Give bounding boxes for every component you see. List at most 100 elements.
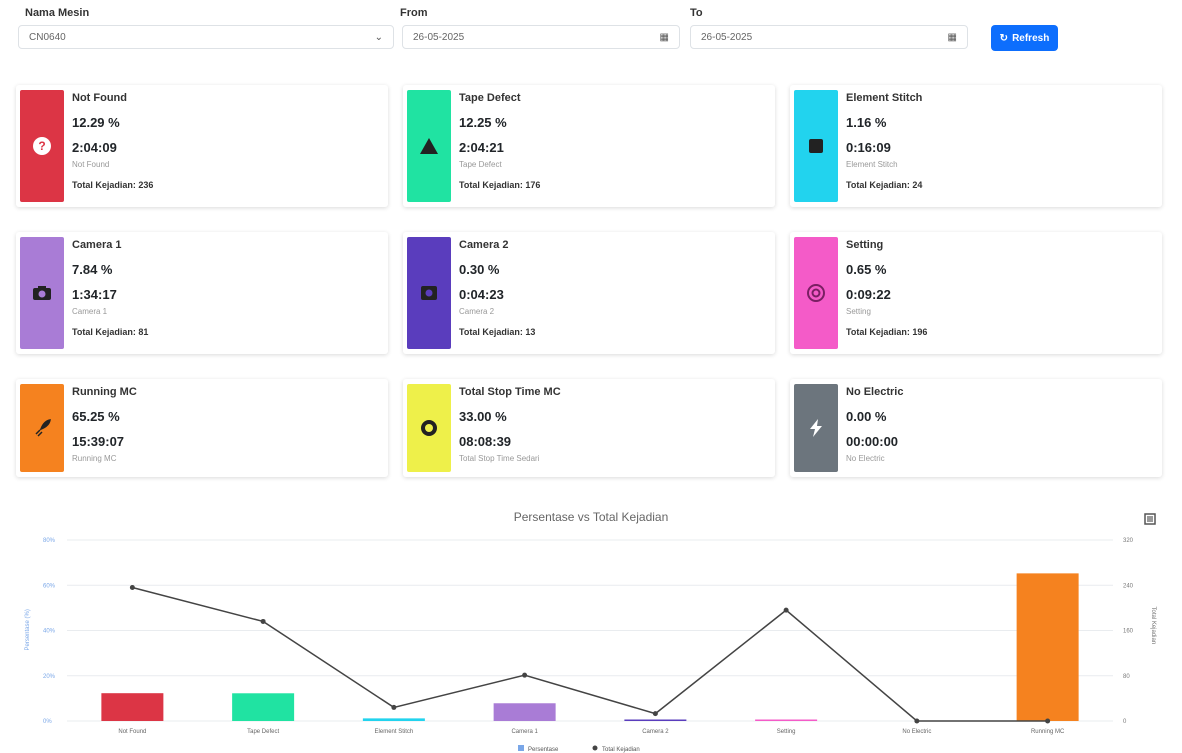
x-tick-label: Running MC (1031, 729, 1065, 735)
legend-swatch-persentase (518, 745, 524, 751)
legend-swatch-total-kejadian (592, 745, 598, 751)
y-right-tick: 160 (1123, 629, 1134, 635)
card-time: 0:04:23 (459, 287, 504, 302)
total-kejadian-point (260, 618, 266, 624)
y-left-tick: 60% (43, 583, 56, 589)
card-subtitle: Tape Defect (459, 160, 502, 169)
stop-square-icon (809, 139, 823, 153)
card-icon-strip (794, 90, 838, 202)
card-camera-1: Camera 1 7.84 % 1:34:17 Camera 1 Total K… (16, 232, 388, 354)
card-subtitle: Not Found (72, 160, 110, 169)
card-no-electric: No Electric 0.00 % 00:00:00 No Electric (790, 379, 1162, 477)
card-total: Total Kejadian: 196 (846, 327, 928, 337)
bar-tape-defect (232, 693, 295, 721)
lightning-icon (810, 419, 822, 437)
calendar-icon[interactable]: ▦ (660, 32, 669, 43)
bar-running-mc (1016, 573, 1079, 721)
chevron-down-icon: ⌄ (374, 31, 383, 43)
x-tick-label: No Electric (902, 729, 931, 735)
card-percent: 0.65 % (846, 262, 887, 277)
x-tick-label: Tape Defect (247, 729, 279, 735)
card-tape-defect: Tape Defect 12.25 % 2:04:21 Tape Defect … (403, 85, 775, 207)
card-icon-strip (20, 384, 64, 472)
card-percent: 0.00 % (846, 409, 887, 424)
rocket-icon (35, 419, 51, 437)
warning-triangle-icon (420, 138, 438, 154)
card-icon-strip: ? (20, 90, 64, 202)
legend-label-total-kejadian: Total Kejadian (602, 747, 640, 753)
legend-label-persentase: Persentase (528, 747, 559, 753)
x-tick-label: Camera 2 (642, 729, 669, 735)
x-tick-label: Element Stitch (375, 729, 414, 735)
question-circle-icon: ? (33, 137, 51, 155)
x-tick-label: Camera 1 (511, 729, 538, 735)
calendar-icon[interactable]: ▦ (948, 32, 957, 43)
combo-chart: 0% 0 20% 80 40% 160 60% 240 80% 320 Persentase (%)… (25, 538, 1156, 753)
refresh-label: Refresh (1012, 32, 1050, 44)
card-total-stop-time: Total Stop Time MC 33.00 % 08:08:39 Tota… (403, 379, 775, 477)
card-time: 08:08:39 (459, 434, 512, 449)
card-total: Total Kejadian: 236 (72, 180, 154, 190)
total-kejadian-point (391, 704, 397, 710)
to-date-input[interactable]: 26-05-2025 ▦ (690, 25, 968, 49)
y-left-tick: 20% (43, 674, 56, 680)
card-subtitle: Setting (846, 307, 871, 316)
y-right-tick: 240 (1123, 583, 1134, 589)
card-title: No Electric (846, 386, 904, 398)
card-time: 1:34:17 (72, 287, 117, 302)
card-subtitle: No Electric (846, 454, 885, 463)
to-date-value: 26-05-2025 (701, 31, 753, 43)
card-time: 0:16:09 (846, 140, 891, 155)
total-kejadian-point (1045, 718, 1051, 724)
card-time: 00:00:00 (846, 434, 899, 449)
card-icon-strip (407, 90, 451, 202)
card-percent: 1.16 % (846, 115, 887, 130)
card-title: Total Stop Time MC (459, 386, 561, 398)
card-title: Setting (846, 239, 884, 251)
gear-circle-icon (807, 284, 825, 302)
card-setting: Setting 0.65 % 0:09:22 Setting Total Kej… (790, 232, 1162, 354)
x-tick-label: Not Found (118, 729, 146, 735)
total-kejadian-point (129, 585, 135, 591)
from-date-input[interactable]: 26-05-2025 ▦ (402, 25, 680, 49)
to-label: To (690, 7, 703, 19)
card-time: 0:09:22 (846, 287, 891, 302)
card-percent: 12.25 % (459, 115, 507, 130)
card-running-mc: Running MC 65.25 % 15:39:07 Running MC (16, 379, 388, 477)
card-title: Element Stitch (846, 92, 923, 104)
refresh-button[interactable]: ↻ Refresh (991, 25, 1058, 51)
bar-camera-1 (493, 703, 556, 721)
card-element-stitch: Element Stitch 1.16 % 0:16:09 Element St… (790, 85, 1162, 207)
total-kejadian-point (914, 718, 920, 724)
card-percent: 65.25 % (72, 409, 120, 424)
bar-setting (755, 719, 818, 721)
card-time: 2:04:09 (72, 140, 117, 155)
card-percent: 7.84 % (72, 262, 113, 277)
machine-name-value: CN0640 (29, 31, 66, 43)
y-left-tick: 40% (43, 629, 56, 635)
y-right-tick: 320 (1123, 538, 1134, 544)
machine-name-select[interactable]: CN0640 ⌄ (18, 25, 394, 49)
from-label: From (400, 7, 428, 19)
card-title: Camera 1 (72, 239, 122, 251)
card-title: Not Found (72, 92, 127, 104)
bar-element-stitch (362, 718, 425, 721)
card-icon-strip (407, 384, 451, 472)
machine-name-label: Nama Mesin (25, 7, 90, 19)
total-kejadian-point (783, 607, 789, 613)
card-total: Total Kejadian: 24 (846, 180, 923, 190)
card-subtitle: Running MC (72, 454, 117, 463)
y-left-tick: 80% (43, 538, 56, 544)
card-subtitle: Camera 2 (459, 307, 495, 316)
y-right-axis-title: Total Kejadian (1150, 607, 1156, 645)
card-subtitle: Total Stop Time Sedari (459, 454, 540, 463)
card-total: Total Kejadian: 81 (72, 327, 149, 337)
card-icon-strip (794, 384, 838, 472)
card-subtitle: Camera 1 (72, 307, 108, 316)
bar-camera-2 (624, 719, 687, 721)
y-right-tick: 80 (1123, 674, 1130, 680)
y-left-tick: 0% (43, 719, 52, 725)
ring-icon (421, 420, 437, 436)
refresh-icon: ↻ (999, 32, 1009, 44)
from-date-value: 26-05-2025 (413, 31, 465, 43)
